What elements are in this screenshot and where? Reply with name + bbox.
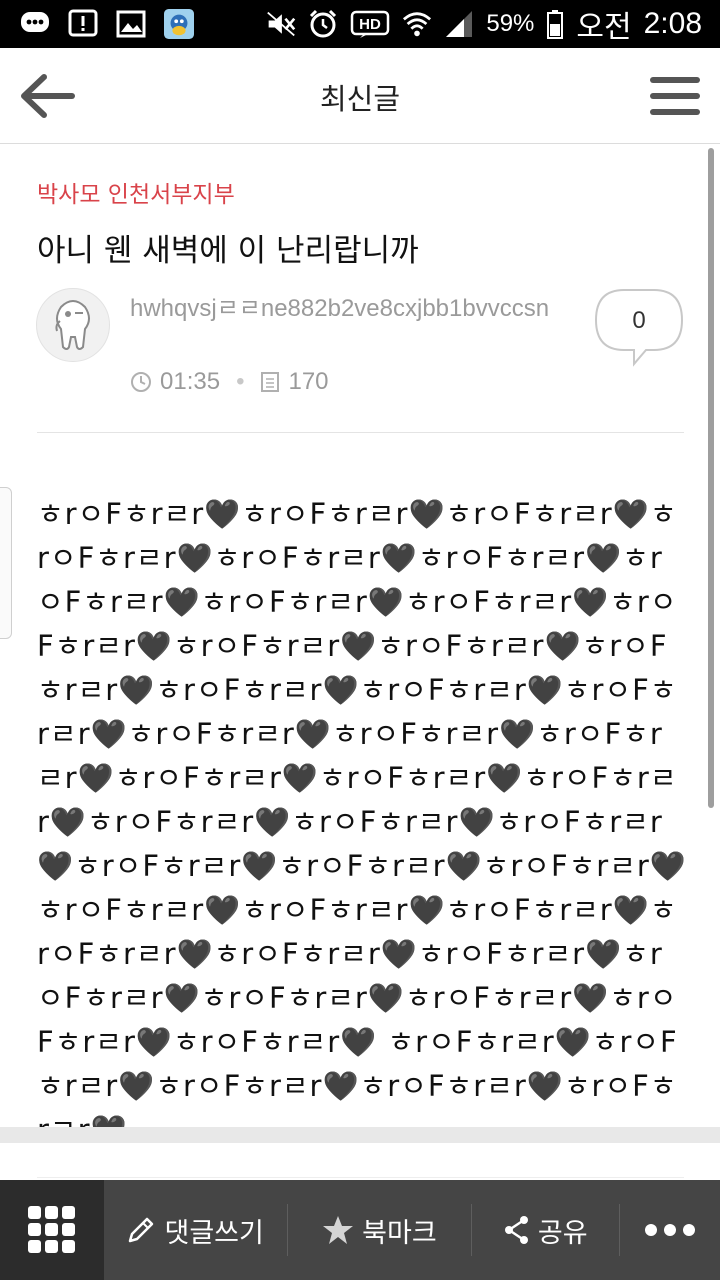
share-icon [504,1216,528,1244]
post-category[interactable]: 박사모 인천서부지부 [37,175,235,209]
side-drawer-handle[interactable] [0,487,12,639]
divider [37,432,684,433]
section-gap [0,1127,720,1143]
bookmark-label: 북마크 [362,1217,437,1249]
comment-count-button[interactable]: 0 [594,288,684,368]
share-label: 공유 [537,1217,588,1249]
pencil-icon [129,1217,154,1243]
hd-icon: HD [350,9,390,39]
post-time: 01:35 [160,368,221,395]
more-dots-icon [645,1224,696,1236]
post-view: 박사모 인천서부지부 아니 웬 새벽에 이 난리랍니까 hwhqvsjㄹㄹne8… [0,145,720,1147]
view-count: 170 [288,368,329,395]
comment-count: 0 [632,307,646,334]
message-icon [20,9,50,39]
post-meta: 01:35 • 170 [130,367,329,397]
clock-ampm: 오전 [576,11,632,44]
write-comment-button[interactable]: 댓글쓰기 [104,1180,287,1280]
bottom-toolbar: 댓글쓰기 북마크 공유 [0,1180,720,1280]
bookmark-button[interactable]: 북마크 [288,1180,471,1280]
page-title: 최신글 [319,82,401,116]
star-icon [323,1216,354,1244]
hamburger-menu-icon [650,77,700,115]
author-avatar[interactable] [36,288,110,362]
alert-icon [68,9,98,39]
status-bar-system: HD 59% 오전 2:08 [266,7,702,44]
signal-icon [444,9,474,39]
battery-icon [546,9,564,39]
svg-text:HD: HD [360,16,382,33]
app-avatar-icon [164,9,194,39]
image-icon [116,9,146,39]
meta-separator: • [236,368,245,395]
app-bar: 최신글 [0,48,720,144]
share-button[interactable]: 공유 [472,1180,619,1280]
status-bar: HD 59% 오전 2:08 [0,0,720,48]
default-profile-icon [55,300,90,350]
menu-button[interactable] [644,66,706,126]
write-comment-label: 댓글쓰기 [164,1217,264,1249]
apps-grid-button[interactable] [0,1180,104,1280]
post-body: ㅎrㅇFㅎrㄹr🖤ㅎrㅇFㅎrㄹr🖤ㅎrㅇFㅎrㄹr🖤ㅎrㅇFㅎrㄹr🖤ㅎrㅇF… [37,497,687,1147]
post-title: 아니 웬 새벽에 이 난리랍니까 [37,233,419,269]
document-icon [261,372,280,392]
grid-apps-icon [27,1206,75,1253]
alarm-icon [308,9,338,39]
clock-icon [131,372,151,392]
author-name[interactable]: hwhqvsjㄹㄹne882b2ve8cxjbb1bvvccsn [130,293,550,325]
battery-percent: 59% [486,10,535,37]
more-button[interactable] [620,1180,720,1280]
clock-time: 2:08 [643,7,702,40]
mute-icon [266,9,296,39]
status-bar-notifications [20,8,194,40]
next-card-edge [37,1177,684,1178]
wifi-icon [402,9,432,39]
next-section-card [0,1143,720,1180]
scrollbar[interactable] [708,148,714,808]
